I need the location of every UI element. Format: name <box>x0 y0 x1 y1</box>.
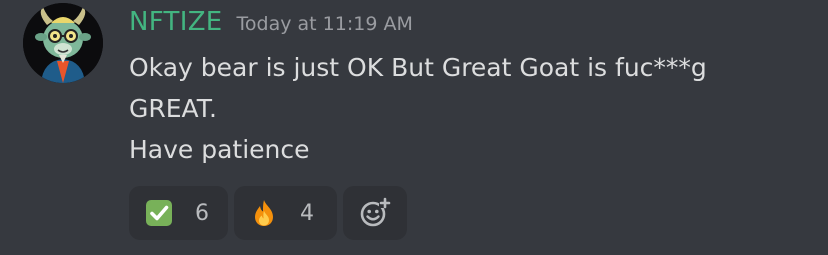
reaction-bar: 6 4 <box>129 186 407 240</box>
message-header: NFTIZE Today at 11:19 AM <box>129 7 413 39</box>
reaction-fire[interactable]: 4 <box>234 186 337 240</box>
username[interactable]: NFTIZE <box>129 7 223 37</box>
timestamp[interactable]: Today at 11:19 AM <box>237 13 413 35</box>
reaction-count: 6 <box>195 200 209 226</box>
chat-message: NFTIZE Today at 11:19 AM Okay bear is ju… <box>0 0 828 255</box>
user-avatar[interactable] <box>23 3 103 83</box>
add-reaction-button[interactable] <box>343 186 407 240</box>
message-line: Okay bear is just OK But Great Goat is f… <box>129 53 707 82</box>
message-line: GREAT. <box>129 94 217 123</box>
message-line: Have patience <box>129 135 310 164</box>
fire-emoji-icon <box>255 200 273 226</box>
check-mark-emoji-icon <box>146 200 172 226</box>
message-content: Okay bear is just OK But Great Goat is f… <box>129 47 809 170</box>
add-reaction-smiley-icon <box>360 197 391 227</box>
reaction-check-mark[interactable]: 6 <box>129 186 228 240</box>
avatar-goat-image <box>23 3 103 83</box>
reaction-count: 4 <box>300 200 314 226</box>
